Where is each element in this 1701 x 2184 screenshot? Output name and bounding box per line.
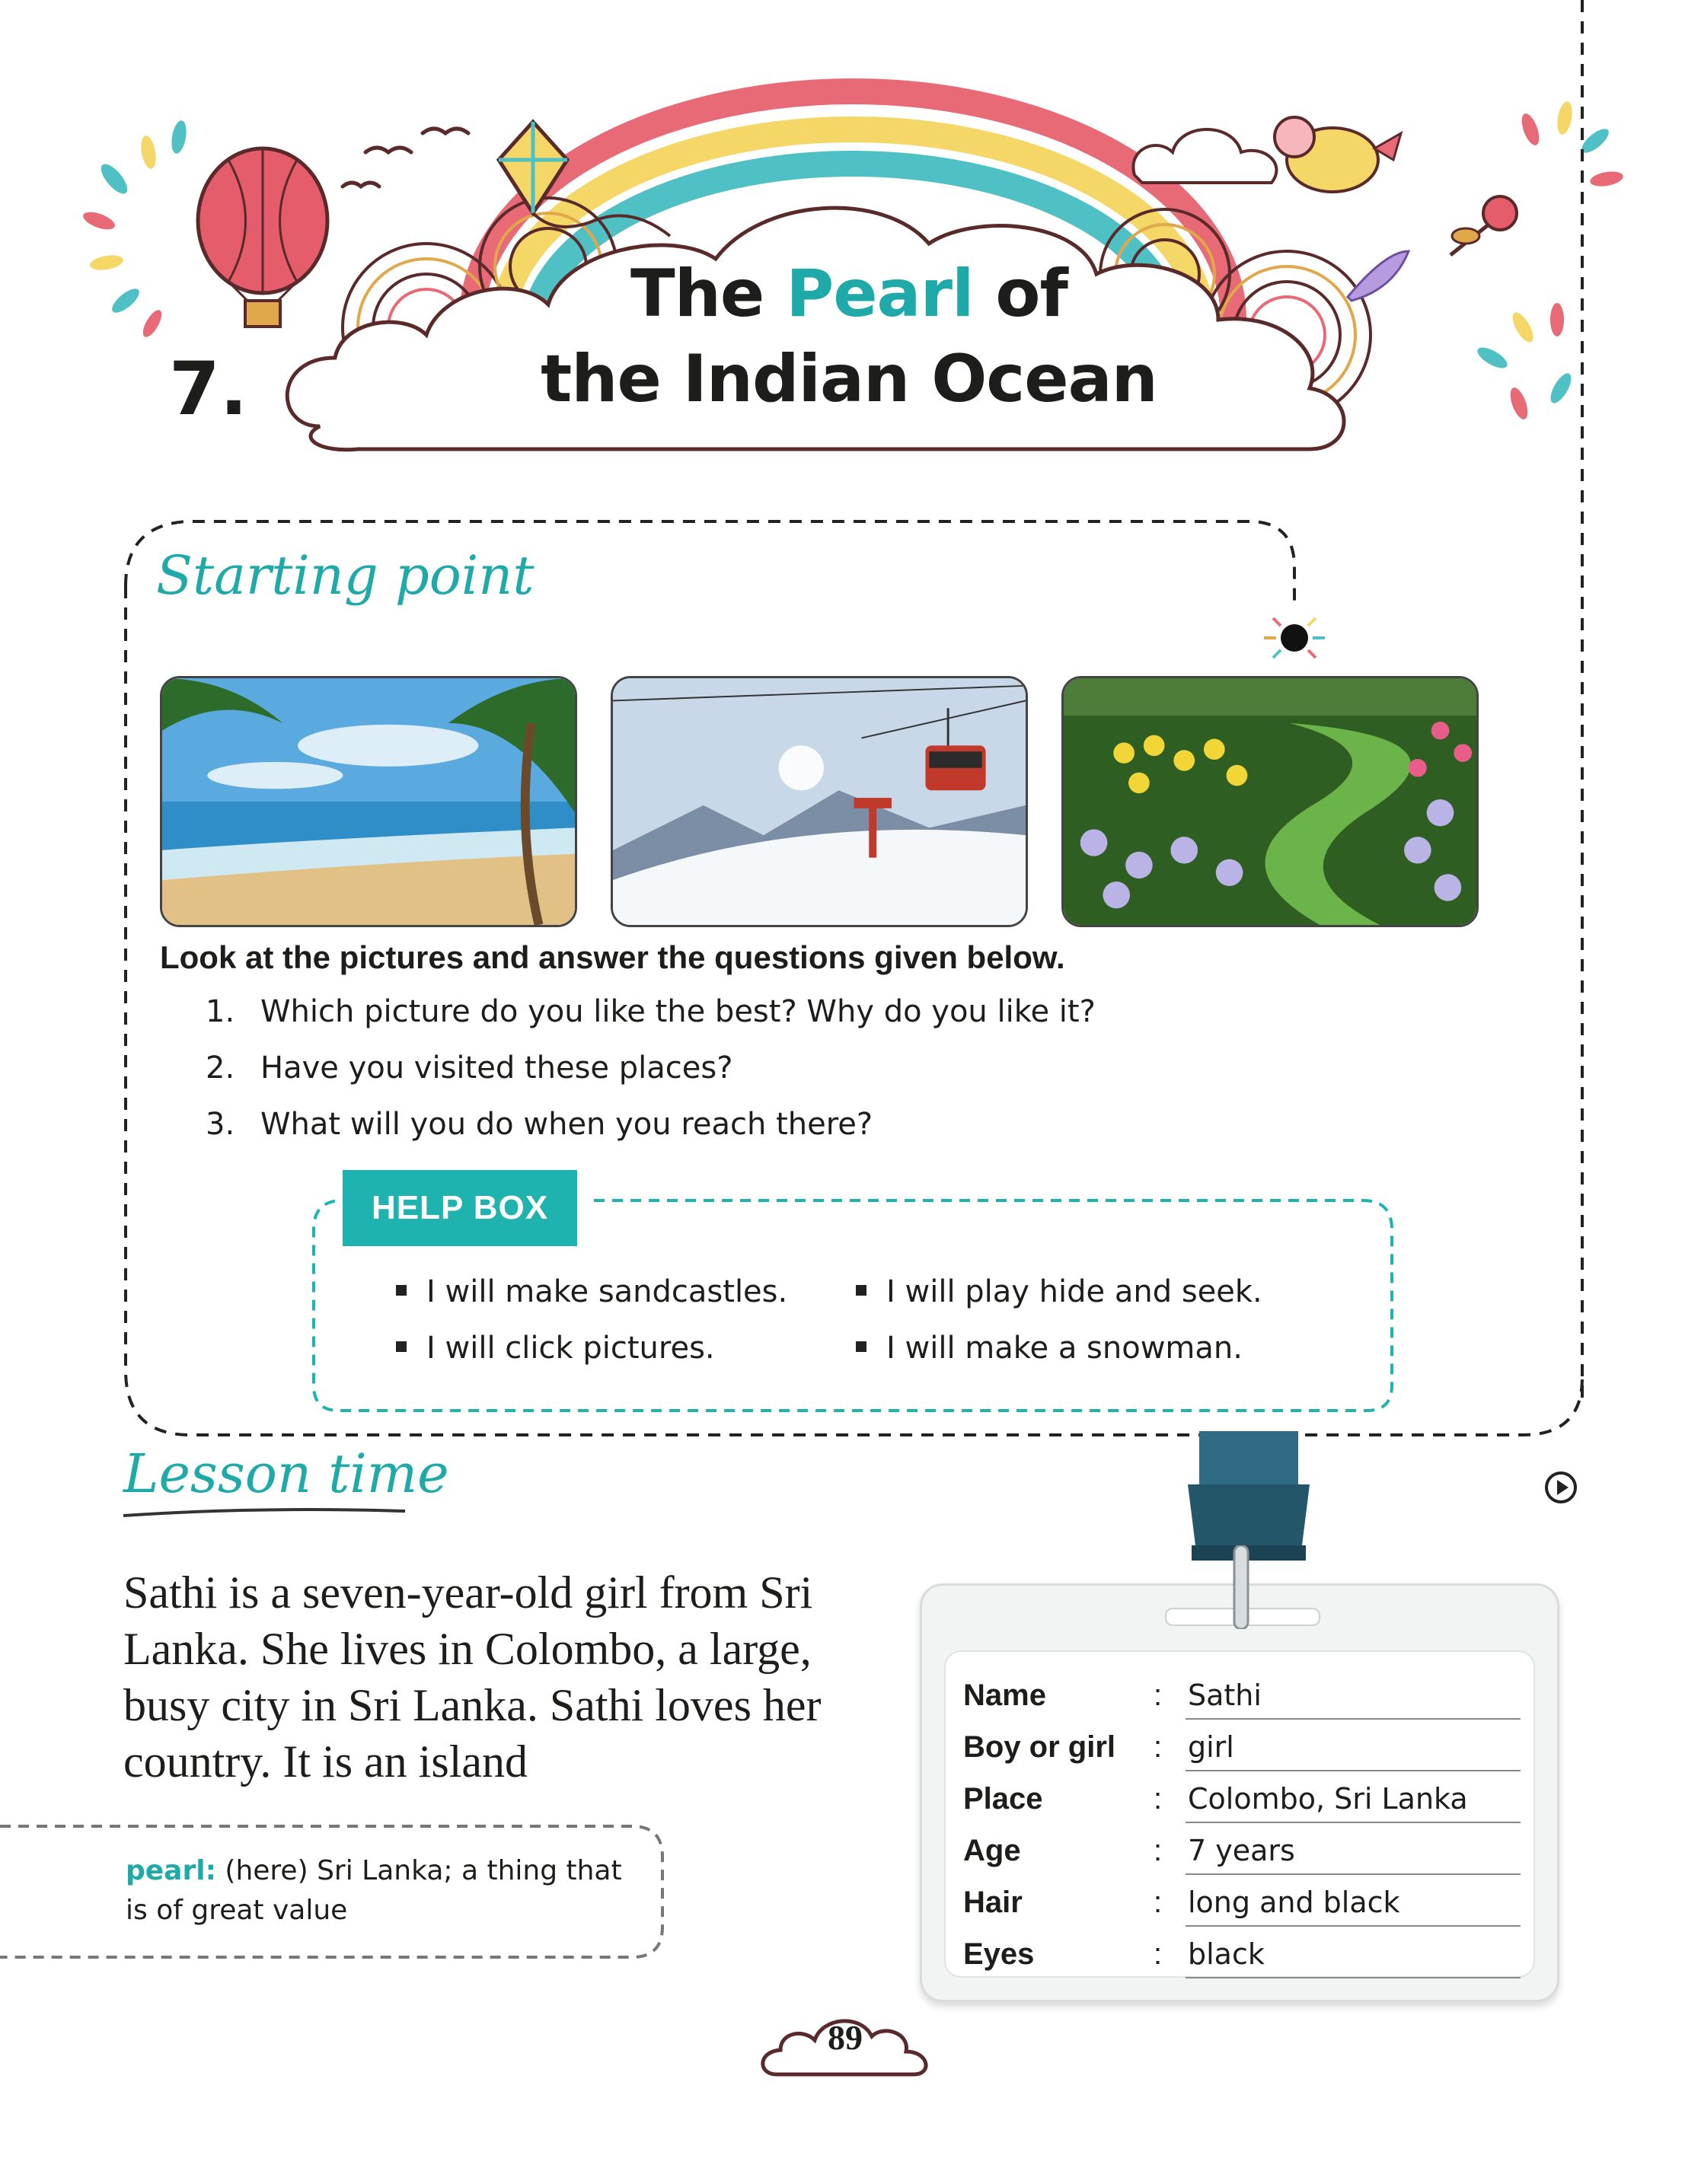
id-field-line	[1186, 1770, 1521, 1771]
lesson-time-heading: Lesson time	[123, 1443, 449, 1517]
flower-garden-photo-icon	[1064, 678, 1476, 925]
glossary-term: pearl:	[126, 1855, 216, 1886]
id-card-row: Place: Colombo, Sri Lanka	[963, 1774, 1521, 1826]
bullet-icon	[396, 1341, 407, 1352]
id-card-row: Name: Sathi	[963, 1671, 1521, 1723]
help-box-item: I will play hide and seek.	[856, 1274, 1262, 1309]
lesson-time-heading-text: Lesson time	[123, 1443, 449, 1505]
id-field-value: Colombo, Sri Lanka	[1188, 1782, 1468, 1816]
question-number: 1.	[206, 994, 235, 1029]
bulb-icon	[1264, 617, 1325, 659]
beach-photo-icon	[162, 678, 575, 925]
question-text: What will you do when you reach there?	[260, 1107, 873, 1142]
id-field-label: Place	[963, 1782, 1043, 1816]
id-field-value: Sathi	[1188, 1679, 1262, 1712]
question-text: Have you visited these places?	[260, 1051, 733, 1086]
id-card-row: Eyes: black	[963, 1930, 1521, 1982]
flower-garden-photo	[1061, 676, 1479, 927]
lanyard-clip-icon	[1233, 1545, 1249, 1629]
id-field-label: Eyes	[963, 1937, 1035, 1971]
question-item: 3. What will you do when you reach there?	[206, 1107, 873, 1142]
bullet-icon	[396, 1285, 407, 1296]
question-text: Which picture do you like the best? Why …	[260, 994, 1096, 1029]
id-field-separator: :	[1154, 1886, 1163, 1919]
id-field-value: black	[1188, 1937, 1265, 1971]
help-box-item-text: I will make a snowman.	[886, 1331, 1243, 1366]
help-box-item-text: I will play hide and seek.	[886, 1274, 1262, 1309]
snow-cable-car-photo-icon	[613, 678, 1026, 925]
page-number: 89	[828, 2018, 863, 2057]
help-box-item-text: I will make sandcastles.	[426, 1274, 788, 1309]
lesson-paragraph: Sathi is a seven-year-old girl from Sri …	[123, 1567, 822, 1787]
question-number: 3.	[206, 1107, 235, 1142]
id-card-row: Hair: long and black	[963, 1878, 1521, 1930]
id-card-row: Boy or girl: girl	[963, 1723, 1521, 1774]
id-field-label: Name	[963, 1679, 1046, 1712]
id-field-label: Hair	[963, 1886, 1023, 1919]
question-item: 2. Have you visited these places?	[206, 1051, 732, 1086]
id-field-line	[1186, 1925, 1521, 1927]
bullet-icon	[856, 1341, 866, 1352]
beach-photo	[160, 676, 577, 927]
snow-cable-car-photo	[611, 676, 1028, 927]
id-field-value: 7 years	[1188, 1834, 1295, 1867]
id-field-line	[1186, 1822, 1521, 1823]
id-field-line	[1186, 1718, 1521, 1720]
help-box-item-text: I will click pictures.	[426, 1331, 715, 1366]
glossary-note: pearl: (here) Sri Lanka; a thing that is…	[126, 1851, 643, 1931]
id-field-line	[1186, 1977, 1521, 1978]
instruction-text: Look at the pictures and answer the ques…	[160, 939, 1065, 975]
id-field-separator: :	[1154, 1937, 1163, 1971]
id-field-label: Age	[963, 1834, 1021, 1867]
help-box-label: HELP BOX	[343, 1170, 577, 1246]
id-card-row: Age:7 years	[963, 1826, 1521, 1878]
id-field-label: Boy or girl	[963, 1730, 1116, 1764]
id-field-separator: :	[1154, 1730, 1163, 1764]
play-audio-icon[interactable]	[1544, 1471, 1578, 1504]
starting-point-heading: Starting point	[156, 544, 535, 607]
help-box-item: I will make a snowman.	[856, 1331, 1243, 1366]
id-field-separator: :	[1154, 1782, 1163, 1816]
id-field-value: long and black	[1188, 1886, 1400, 1919]
id-field-line	[1186, 1873, 1521, 1875]
help-box-item: I will make sandcastles.	[396, 1274, 787, 1309]
id-field-value: girl	[1188, 1730, 1234, 1764]
question-number: 2.	[206, 1051, 235, 1086]
id-field-separator: :	[1154, 1834, 1163, 1867]
help-box-item: I will click pictures.	[396, 1331, 715, 1366]
question-item: 1. Which picture do you like the best? Wh…	[206, 994, 1096, 1029]
bullet-icon	[856, 1285, 866, 1296]
underline-swoosh-icon	[123, 1508, 406, 1517]
id-field-separator: :	[1154, 1679, 1163, 1712]
